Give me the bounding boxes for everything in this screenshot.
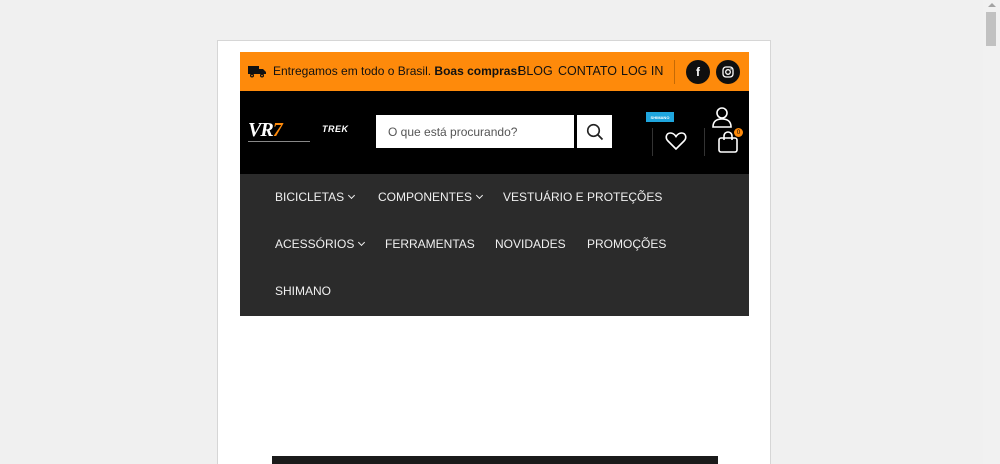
scroll-thumb[interactable] — [986, 12, 996, 46]
hero-banner-image[interactable] — [272, 456, 718, 464]
store-logo[interactable]: VR7 — [248, 119, 312, 143]
nav-item-acessorios[interactable]: ACESSÓRIOS — [275, 237, 366, 251]
nav-item-ferramentas[interactable]: FERRAMENTAS — [385, 237, 475, 251]
nav-item-label: ACESSÓRIOS — [275, 237, 355, 251]
shimano-badge[interactable]: SHIMANO — [646, 112, 674, 122]
main-header: VR7 TREK SHIMANO — [240, 91, 749, 174]
nav-item-bicicletas[interactable]: BICICLETAS — [275, 190, 356, 204]
login-link[interactable]: LOG IN — [621, 64, 663, 78]
search-input[interactable] — [376, 115, 574, 148]
shipping-text: Entregamos em todo o Brasil. — [273, 64, 435, 78]
search-button[interactable] — [577, 115, 612, 148]
instagram-glyph-icon — [722, 66, 734, 78]
nav-item-label: COMPONENTES — [378, 190, 473, 204]
nav-item-label: FERRAMENTAS — [385, 237, 475, 251]
search-icon — [586, 123, 603, 140]
nav-item-vestuario[interactable]: VESTUÁRIO E PROTEÇÕES — [503, 190, 662, 204]
nav-item-label: NOVIDADES — [495, 237, 566, 251]
shipping-message: Entregamos em todo o Brasil. Boas compra… — [273, 64, 521, 78]
site-container: Entregamos em todo o Brasil. Boas compra… — [240, 52, 749, 316]
top-bar: Entregamos em todo o Brasil. Boas compra… — [240, 52, 749, 91]
nav-item-componentes[interactable]: COMPONENTES — [378, 190, 484, 204]
nav-item-novidades[interactable]: NOVIDADES — [495, 237, 566, 251]
nav-item-promocoes[interactable]: PROMOÇÕES — [587, 237, 666, 251]
nav-item-label: BICICLETAS — [275, 190, 345, 204]
chevron-down-icon — [358, 238, 366, 247]
header-divider — [652, 128, 653, 156]
topbar-divider — [674, 60, 675, 84]
truck-icon — [248, 66, 266, 78]
chevron-down-icon — [348, 191, 356, 200]
facebook-icon[interactable]: f — [686, 60, 710, 84]
header-divider — [704, 128, 705, 156]
heart-icon[interactable] — [665, 131, 687, 151]
page-frame: Entregamos em todo o Brasil. Boas compra… — [217, 40, 771, 464]
user-icon[interactable] — [712, 106, 732, 128]
nav-item-label: VESTUÁRIO E PROTEÇÕES — [503, 190, 663, 204]
page-scrollbar[interactable] — [983, 0, 1000, 464]
shipping-bold: Boas compras! — [434, 64, 522, 78]
trek-logo[interactable]: TREK — [322, 124, 349, 134]
main-navigation: BICICLETAS COMPONENTES VESTUÁRIO E PROTE… — [240, 174, 749, 316]
nav-item-label: PROMOÇÕES — [587, 237, 667, 251]
logo-text: VR7 — [248, 119, 283, 141]
cart-count-badge: 0 — [734, 128, 743, 137]
instagram-icon[interactable] — [716, 60, 740, 84]
nav-item-label: SHIMANO — [275, 284, 332, 298]
chevron-down-icon — [475, 191, 484, 200]
blog-link[interactable]: BLOG — [518, 64, 553, 78]
logo-underline — [248, 141, 310, 142]
nav-item-shimano[interactable]: SHIMANO — [275, 284, 331, 298]
contato-link[interactable]: CONTATO — [558, 64, 617, 78]
scroll-up-arrow-icon[interactable] — [983, 0, 1000, 10]
